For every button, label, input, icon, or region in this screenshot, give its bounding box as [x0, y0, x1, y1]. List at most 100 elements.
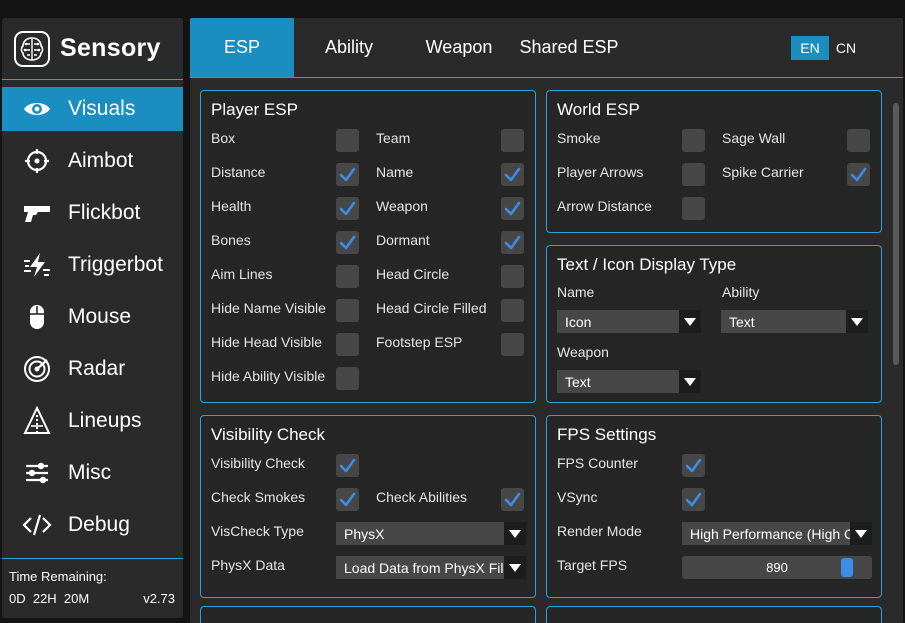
- world-esp-panel: World ESP Smoke Player Arrows Arrow Distan…: [546, 90, 882, 233]
- aim-lines-label: Aim Lines: [211, 266, 273, 282]
- time-remaining-value: 0D 22H 20M: [9, 591, 90, 606]
- tab-esp[interactable]: ESP: [190, 18, 294, 77]
- vsync-checkbox[interactable]: [682, 488, 705, 511]
- head-circle-checkbox[interactable]: [501, 265, 524, 288]
- brain-logo-icon: [14, 30, 50, 67]
- name-display-label: Name: [557, 284, 595, 300]
- sidebar-item-debug[interactable]: Debug: [2, 499, 183, 551]
- panel-title: World ESP: [557, 100, 640, 119]
- vischeck-type-dropdown[interactable]: PhysX: [336, 522, 526, 545]
- check-abilities-label: Check Abilities: [376, 489, 468, 505]
- sidebar-item-label: Misc: [68, 461, 112, 484]
- display-type-panel: Text / Icon Display Type Name Icon Abili…: [546, 245, 882, 403]
- dormant-checkbox[interactable]: [501, 231, 524, 254]
- player-arrows-checkbox[interactable]: [682, 163, 705, 186]
- hide-name-visible-checkbox[interactable]: [336, 299, 359, 322]
- player-arrows-label: Player Arrows: [557, 164, 644, 180]
- head-circle-filled-label: Head Circle Filled: [376, 300, 487, 316]
- smoke-checkbox[interactable]: [682, 129, 705, 152]
- checkmark-icon: [339, 201, 356, 216]
- eye-icon: [20, 92, 54, 126]
- sidebar-item-flickbot[interactable]: Flickbot: [2, 187, 183, 239]
- team-label: Team: [376, 130, 411, 146]
- render-mode-dropdown[interactable]: High Performance (High CPU): [682, 522, 872, 545]
- dropdown-value: High Performance (High CPU): [690, 525, 850, 542]
- hide-ability-visible-checkbox[interactable]: [336, 367, 359, 390]
- sidebar-item-visuals[interactable]: Visuals: [2, 87, 183, 131]
- code-icon: [20, 508, 54, 542]
- scrollbar-thumb[interactable]: [893, 103, 899, 365]
- health-checkbox[interactable]: [336, 197, 359, 220]
- sidebar-item-label: Aimbot: [68, 149, 134, 172]
- dormant-label: Dormant: [376, 232, 430, 248]
- aim-lines-checkbox[interactable]: [336, 265, 359, 288]
- sidebar-item-misc[interactable]: Misc: [2, 447, 183, 499]
- spike-carrier-checkbox[interactable]: [847, 163, 870, 186]
- sidebar-item-triggerbot[interactable]: Triggerbot: [2, 239, 183, 291]
- arrow-distance-checkbox[interactable]: [682, 197, 705, 220]
- spike-carrier-label: Spike Carrier: [722, 164, 804, 180]
- radar-icon: [20, 352, 54, 386]
- sidebar-item-label: Visuals: [68, 97, 136, 120]
- footstep-esp-checkbox[interactable]: [501, 333, 524, 356]
- tab-ability[interactable]: Ability: [294, 18, 404, 77]
- weapon-display-dropdown[interactable]: Text: [557, 370, 701, 393]
- language-switch: EN CN: [791, 36, 863, 60]
- checkmark-icon: [339, 235, 356, 250]
- sidebar-item-mouse[interactable]: Mouse: [2, 291, 183, 343]
- head-circle-filled-checkbox[interactable]: [501, 299, 524, 322]
- sidebar-item-label: Lineups: [68, 409, 142, 432]
- lang-cn-button[interactable]: CN: [829, 36, 863, 60]
- weapon-checkbox[interactable]: [501, 197, 524, 220]
- weapon-display-label: Weapon: [557, 344, 609, 360]
- sidebar-item-radar[interactable]: Radar: [2, 343, 183, 395]
- main-content: ESP Ability Weapon Shared ESP EN CN Play…: [190, 18, 903, 623]
- vischeck-type-label: VisCheck Type: [211, 523, 304, 539]
- box-label: Box: [211, 130, 236, 146]
- player-esp-panel: Player ESP Box Distance Health Bones Aim Lin…: [200, 90, 536, 403]
- sage-wall-checkbox[interactable]: [847, 129, 870, 152]
- box-checkbox[interactable]: [336, 129, 359, 152]
- sidebar-item-label: Debug: [68, 513, 130, 536]
- checkmark-icon: [504, 235, 521, 250]
- slider-handle[interactable]: [840, 558, 853, 577]
- sidebar-item-label: Triggerbot: [68, 253, 163, 276]
- ability-display-dropdown[interactable]: Text: [721, 310, 868, 333]
- dropdown-value: Text: [565, 373, 591, 390]
- checkmark-icon: [504, 201, 521, 216]
- lang-en-button[interactable]: EN: [791, 36, 829, 60]
- bones-checkbox[interactable]: [336, 231, 359, 254]
- visibility-check-checkbox[interactable]: [336, 454, 359, 477]
- distance-checkbox[interactable]: [336, 163, 359, 186]
- mouse-icon: [20, 300, 54, 334]
- tab-shared-esp[interactable]: Shared ESP: [514, 18, 624, 77]
- sidebar-item-label: Mouse: [68, 305, 132, 328]
- distance-label: Distance: [211, 164, 266, 180]
- chevron-down-icon: [846, 310, 868, 333]
- checkmark-icon: [504, 167, 521, 182]
- hide-name-visible-label: Hide Name Visible: [211, 300, 326, 316]
- checkmark-icon: [504, 492, 521, 507]
- sidebar-item-lineups[interactable]: Lineups: [2, 395, 183, 447]
- check-abilities-checkbox[interactable]: [501, 488, 524, 511]
- scrollbar[interactable]: [892, 88, 900, 618]
- sidebar-item-aimbot[interactable]: Aimbot: [2, 135, 183, 187]
- check-smokes-checkbox[interactable]: [336, 488, 359, 511]
- fps-settings-panel: FPS Settings FPS Counter VSync Render Mo…: [546, 415, 882, 598]
- checkmark-icon: [850, 167, 867, 182]
- tab-weapon[interactable]: Weapon: [404, 18, 514, 77]
- name-checkbox[interactable]: [501, 163, 524, 186]
- hide-ability-visible-label: Hide Ability Visible: [211, 368, 326, 384]
- name-display-dropdown[interactable]: Icon: [557, 310, 701, 333]
- physx-data-dropdown[interactable]: Load Data from PhysX File: [336, 556, 526, 579]
- team-checkbox[interactable]: [501, 129, 524, 152]
- gun-icon: [20, 196, 54, 230]
- target-fps-slider[interactable]: 890: [682, 556, 872, 579]
- fps-counter-label: FPS Counter: [557, 455, 638, 471]
- lower-left-panel: [200, 606, 536, 623]
- hide-head-visible-checkbox[interactable]: [336, 333, 359, 356]
- fps-counter-checkbox[interactable]: [682, 454, 705, 477]
- weapon-label: Weapon: [376, 198, 428, 214]
- sidebar-nav: Visuals Aimbot Flickbot Triggerbot Mouse: [2, 87, 183, 551]
- tab-bar: ESP Ability Weapon Shared ESP EN CN: [190, 18, 903, 78]
